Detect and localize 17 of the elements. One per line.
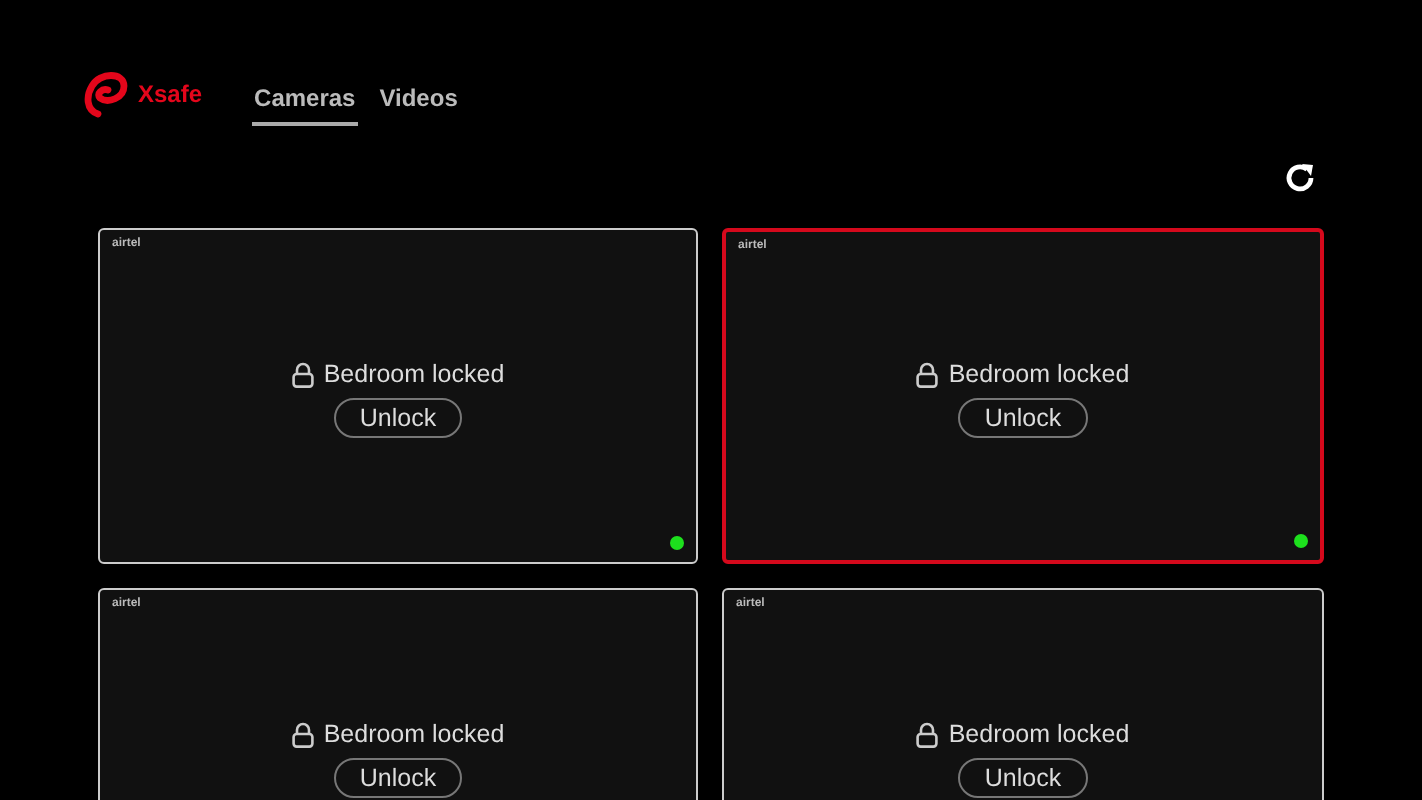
lock-icon xyxy=(916,721,939,747)
app-name: Xsafe xyxy=(138,80,203,108)
lock-status: Bedroom locked xyxy=(948,720,1130,748)
refresh-icon[interactable] xyxy=(1282,160,1318,196)
unlock-button[interactable]: Unlock xyxy=(958,758,1088,798)
lock-status: Bedroom locked xyxy=(323,720,505,748)
tab[interactable]: Videos xyxy=(377,79,460,125)
lock-status: Bedroom locked xyxy=(948,360,1130,388)
lock-icon xyxy=(291,361,314,387)
tab[interactable]: Cameras xyxy=(252,79,358,125)
lock-icon xyxy=(291,721,314,747)
lock-status: Bedroom locked xyxy=(323,360,505,388)
unlock-button[interactable]: Unlock xyxy=(333,758,463,798)
unlock-button[interactable]: Unlock xyxy=(333,398,463,438)
logo-icon xyxy=(80,70,132,118)
unlock-button[interactable]: Unlock xyxy=(958,398,1088,438)
lock-icon xyxy=(916,361,939,387)
